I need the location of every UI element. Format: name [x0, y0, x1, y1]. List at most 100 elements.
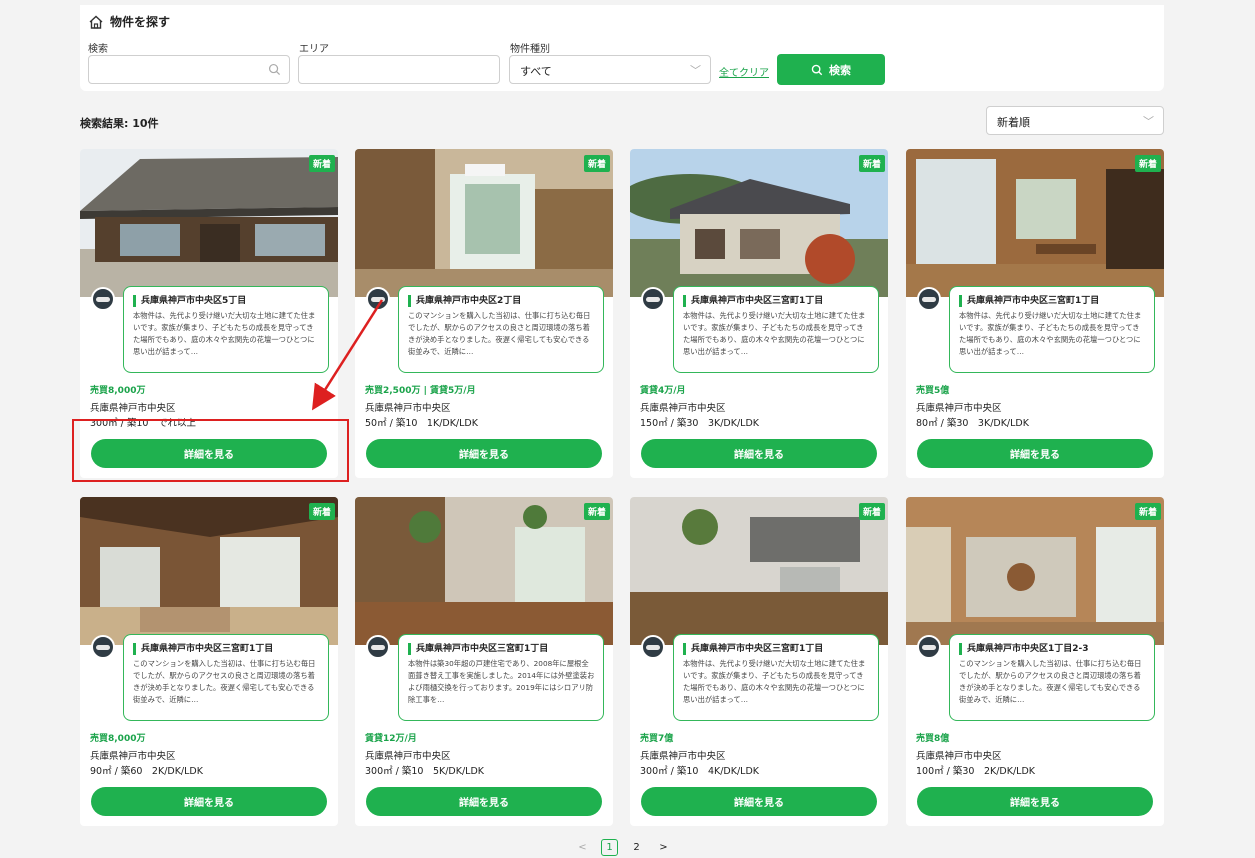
property-spec: 150㎡ / 築30 3K/DK/LDK	[640, 418, 760, 429]
property-photo[interactable]	[630, 497, 888, 645]
home-icon	[89, 15, 103, 29]
agent-avatar	[641, 287, 665, 311]
property-price: 賃貸4万/月	[640, 386, 686, 396]
property-card: 新着 兵庫県神戸市中央区三宮町1丁目 本物件は、先代より受け継いだ大切な土地に建…	[906, 149, 1164, 478]
view-details-button[interactable]: 詳細を見る	[91, 787, 327, 816]
keyword-label: 検索	[88, 44, 108, 55]
property-description: このマンションを購入した当初は、仕事に打ち込む毎日でしたが、駅からのアクセスの良…	[959, 659, 1142, 704]
pagination-next[interactable]: >	[655, 839, 672, 856]
property-spec: 100㎡ / 築30 2K/DK/LDK	[916, 766, 1036, 777]
result-count: 検索結果: 10件	[80, 117, 159, 130]
new-badge: 新着	[1134, 503, 1161, 520]
pagination-prev[interactable]: <	[574, 839, 591, 856]
search-panel: 物件を探す 検索 エリア 物件種別 すべて ﹀ 全てクリア 検索	[80, 5, 1164, 91]
property-address: 兵庫県神戸市中央区	[90, 751, 176, 762]
property-card: 新着 兵庫県神戸市中央区2丁目 このマンションを購入した当初は、仕事に打ち込む毎…	[355, 149, 613, 478]
agent-avatar	[91, 287, 115, 311]
property-title: 兵庫県神戸市中央区三宮町1丁目	[408, 643, 595, 655]
property-address: 兵庫県神戸市中央区	[365, 403, 451, 414]
property-photo[interactable]	[80, 149, 338, 297]
property-address: 兵庫県神戸市中央区	[640, 751, 726, 762]
property-description: 本物件は、先代より受け継いだ大切な土地に建てた住まいです。家族が集まり、子どもた…	[683, 311, 866, 356]
new-badge: 新着	[858, 503, 885, 520]
property-spec: 80㎡ / 築30 3K/DK/LDK	[916, 418, 1029, 429]
chevron-down-icon: ﹀	[1143, 115, 1154, 128]
area-input[interactable]	[298, 55, 500, 84]
property-address: 兵庫県神戸市中央区	[90, 403, 176, 414]
area-label: エリア	[299, 44, 329, 55]
property-address: 兵庫県神戸市中央区	[916, 403, 1002, 414]
description-bubble: 兵庫県神戸市中央区三宮町1丁目 本物件は築30年超の戸建住宅であり、2008年に…	[398, 634, 604, 721]
property-photo[interactable]	[355, 149, 613, 297]
property-title: 兵庫県神戸市中央区5丁目	[133, 295, 320, 307]
property-title: 兵庫県神戸市中央区三宮町1丁目	[683, 295, 870, 307]
pagination-page-1[interactable]: 1	[601, 839, 618, 856]
property-price: 賃貸12万/月	[365, 734, 417, 744]
property-price: 売買7億	[640, 734, 674, 744]
description-bubble: 兵庫県神戸市中央区2丁目 このマンションを購入した当初は、仕事に打ち込む毎日でし…	[398, 286, 604, 373]
property-price: 売買2,500万 | 賃貸5万/月	[365, 386, 476, 396]
property-address: 兵庫県神戸市中央区	[916, 751, 1002, 762]
property-price: 売買8,000万	[90, 386, 146, 396]
property-photo[interactable]	[80, 497, 338, 645]
property-card: 新着 兵庫県神戸市中央区1丁目2-3 このマンションを購入した当初は、仕事に打ち…	[906, 497, 1164, 826]
view-details-button[interactable]: 詳細を見る	[91, 439, 327, 468]
property-card: 新着 兵庫県神戸市中央区三宮町1丁目 本物件は、先代より受け継いだ大切な土地に建…	[630, 149, 888, 478]
view-details-button[interactable]: 詳細を見る	[366, 787, 602, 816]
property-title: 兵庫県神戸市中央区1丁目2-3	[959, 643, 1146, 655]
property-address: 兵庫県神戸市中央区	[365, 751, 451, 762]
search-button-label: 検索	[829, 63, 851, 77]
property-price: 売買8,000万	[90, 734, 146, 744]
search-icon	[811, 64, 823, 75]
view-details-button[interactable]: 詳細を見る	[917, 787, 1153, 816]
keyword-input[interactable]	[88, 55, 290, 84]
description-bubble: 兵庫県神戸市中央区三宮町1丁目 本物件は、先代より受け継いだ大切な土地に建てた住…	[673, 634, 879, 721]
clear-all-link[interactable]: 全てクリア	[719, 64, 769, 79]
agent-avatar	[917, 287, 941, 311]
property-price: 売買5億	[916, 386, 950, 396]
property-photo[interactable]	[630, 149, 888, 297]
property-card: 新着 兵庫県神戸市中央区三宮町1丁目 本物件は、先代より受け継いだ大切な土地に建…	[630, 497, 888, 826]
property-card: 新着 兵庫県神戸市中央区5丁目 本物件は、先代より受け継いだ大切な土地に建てた住…	[80, 149, 338, 478]
sort-select[interactable]: 新着順 ﹀	[986, 106, 1164, 135]
pagination-page-2[interactable]: 2	[628, 839, 645, 856]
agent-avatar	[366, 287, 390, 311]
property-photo[interactable]	[906, 497, 1164, 645]
property-title: 兵庫県神戸市中央区三宮町1丁目	[133, 643, 320, 655]
new-badge: 新着	[583, 503, 610, 520]
property-spec: 50㎡ / 築10 1K/DK/LDK	[365, 418, 478, 429]
description-bubble: 兵庫県神戸市中央区三宮町1丁目 このマンションを購入した当初は、仕事に打ち込む毎…	[123, 634, 329, 721]
search-title-text: 物件を探す	[110, 15, 171, 29]
view-details-button[interactable]: 詳細を見る	[641, 787, 877, 816]
property-spec: 90㎡ / 築60 2K/DK/LDK	[90, 766, 203, 777]
search-panel-title: 物件を探す	[88, 13, 170, 30]
description-bubble: 兵庫県神戸市中央区三宮町1丁目 本物件は、先代より受け継いだ大切な土地に建てた住…	[949, 286, 1155, 373]
property-title: 兵庫県神戸市中央区2丁目	[408, 295, 595, 307]
property-type-select[interactable]: すべて ﹀	[509, 55, 711, 84]
property-spec: 300㎡ / 築10 5K/DK/LDK	[365, 766, 485, 777]
chevron-down-icon: ﹀	[690, 64, 701, 77]
view-details-button[interactable]: 詳細を見る	[366, 439, 602, 468]
property-address: 兵庫県神戸市中央区	[640, 403, 726, 414]
view-details-button[interactable]: 詳細を見る	[917, 439, 1153, 468]
property-card: 新着 兵庫県神戸市中央区三宮町1丁目 このマンションを購入した当初は、仕事に打ち…	[80, 497, 338, 826]
property-type-value: すべて	[520, 65, 552, 78]
agent-avatar	[366, 635, 390, 659]
property-description: 本物件は、先代より受け継いだ大切な土地に建てた住まいです。家族が集まり、子どもた…	[683, 659, 866, 704]
pagination: < 1 2 >	[574, 839, 672, 856]
property-photo[interactable]	[355, 497, 613, 645]
description-bubble: 兵庫県神戸市中央区5丁目 本物件は、先代より受け継いだ大切な土地に建てた住まいで…	[123, 286, 329, 373]
property-photo[interactable]	[906, 149, 1164, 297]
view-details-button[interactable]: 詳細を見る	[641, 439, 877, 468]
property-description: 本物件は、先代より受け継いだ大切な土地に建てた住まいです。家族が集まり、子どもた…	[959, 311, 1142, 356]
new-badge: 新着	[858, 155, 885, 172]
property-description: このマンションを購入した当初は、仕事に打ち込む毎日でしたが、駅からのアクセスの良…	[133, 659, 316, 704]
property-spec: 300㎡ / 築10 4K/DK/LDK	[640, 766, 760, 777]
description-bubble: 兵庫県神戸市中央区三宮町1丁目 本物件は、先代より受け継いだ大切な土地に建てた住…	[673, 286, 879, 373]
property-type-label: 物件種別	[510, 44, 550, 55]
search-icon	[268, 63, 281, 76]
search-button[interactable]: 検索	[777, 54, 885, 85]
new-badge: 新着	[583, 155, 610, 172]
agent-avatar	[917, 635, 941, 659]
property-card: 新着 兵庫県神戸市中央区三宮町1丁目 本物件は築30年超の戸建住宅であり、200…	[355, 497, 613, 826]
